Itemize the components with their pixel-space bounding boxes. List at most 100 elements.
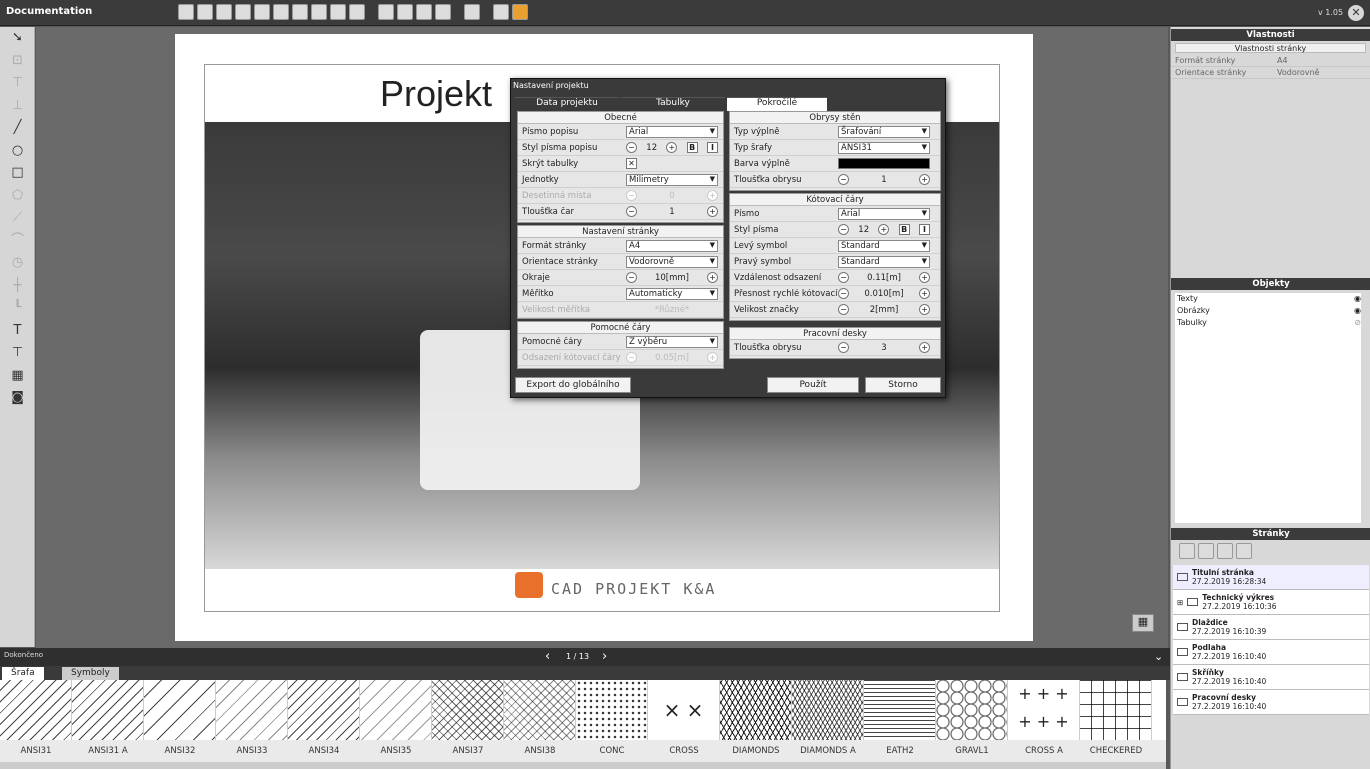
close-icon[interactable]: ✕ (1348, 5, 1364, 21)
eye-hidden-icon[interactable]: ⊘ (1354, 317, 1361, 329)
table-icon[interactable]: ▦ (0, 365, 35, 388)
cut-icon[interactable] (311, 4, 327, 20)
polygon-icon[interactable]: ⬠ (0, 185, 35, 208)
hatch-swatch[interactable] (72, 680, 144, 740)
insert-page-icon[interactable]: ⊡ (0, 50, 35, 73)
hide-tables-checkbox[interactable]: ✕ (626, 158, 637, 169)
hatch-label[interactable]: CHECKERED (1080, 740, 1152, 762)
hatch-swatch[interactable] (144, 680, 216, 740)
rectangle-icon[interactable]: □ (0, 162, 35, 185)
minus-icon[interactable]: − (838, 342, 849, 353)
font-size-value[interactable]: 12 (646, 143, 657, 153)
hatch-label[interactable]: ANSI38 (504, 740, 576, 762)
scale-select[interactable]: Automaticky (626, 287, 718, 300)
polyline-icon[interactable]: ⟋ (0, 207, 35, 230)
save-as-icon[interactable] (197, 4, 213, 20)
paste-icon[interactable] (292, 4, 308, 20)
next-page-icon[interactable]: › (602, 649, 607, 664)
save-icon[interactable] (178, 4, 194, 20)
chevron-down-icon[interactable]: ⌄ (1154, 650, 1163, 663)
plus-icon[interactable]: + (878, 224, 890, 235)
plus-icon[interactable]: + (706, 206, 718, 217)
stamp-icon[interactable] (397, 4, 413, 20)
minus-icon[interactable]: − (838, 288, 849, 299)
italic-toggle[interactable]: I (918, 224, 930, 235)
fill-type-select[interactable]: Šrafování (838, 125, 930, 138)
margin-value[interactable]: 10[mm] (655, 273, 689, 283)
right-symbol-select[interactable]: Standard (838, 255, 930, 268)
scale-icon[interactable] (435, 4, 451, 20)
image-icon[interactable]: ◙ (0, 387, 35, 410)
outline-width-value[interactable]: 1 (881, 175, 886, 185)
grid-toggle-icon[interactable]: ▦ (1132, 614, 1154, 632)
dim-font-size-value[interactable]: 12 (858, 225, 869, 235)
text-icon[interactable]: T (0, 320, 35, 343)
crosshair-icon[interactable]: ┼ (0, 275, 35, 298)
leader-text-icon[interactable]: ⊤ (0, 342, 35, 365)
plus-icon[interactable]: + (918, 342, 930, 353)
hatch-label[interactable]: GRAVL1 (936, 740, 1008, 762)
minus-icon[interactable]: − (838, 174, 849, 185)
tab-pokrocile[interactable]: Pokročilé (727, 97, 827, 111)
tab-srafa[interactable]: Šrafa (2, 667, 44, 680)
plus-icon[interactable]: + (918, 304, 930, 315)
eye-icon[interactable]: ◉ (1354, 305, 1361, 317)
select-arrow-icon[interactable]: ➘ (0, 27, 35, 50)
export-icon[interactable] (464, 4, 480, 20)
helper-lines-select[interactable]: Z výběru (626, 335, 718, 348)
hatch-label[interactable]: ANSI35 (360, 740, 432, 762)
mark-size-value[interactable]: 2[mm] (870, 305, 899, 315)
line-icon[interactable]: ╱ (0, 117, 35, 140)
page-format-select[interactable]: A4 (626, 239, 718, 252)
left-symbol-select[interactable]: Standard (838, 239, 930, 252)
print-icon[interactable] (216, 4, 232, 20)
hatch-swatch[interactable] (720, 680, 792, 740)
hatch-label[interactable]: EATH2 (864, 740, 936, 762)
prev-page-icon[interactable]: ‹ (545, 649, 550, 664)
horizontal-scrollbar[interactable] (0, 762, 1166, 769)
corner-dimension-icon[interactable]: ┖ (0, 297, 35, 320)
hatch-swatch[interactable] (864, 680, 936, 740)
measure-icon[interactable] (416, 4, 432, 20)
page-template-icon[interactable] (1198, 543, 1214, 559)
minus-icon[interactable]: − (838, 224, 849, 235)
bold-toggle[interactable]: B (686, 142, 698, 153)
hatch-swatch[interactable] (0, 680, 72, 740)
settings-icon[interactable] (349, 4, 365, 20)
minus-icon[interactable]: − (838, 304, 849, 315)
hatch-label[interactable]: ANSI33 (216, 740, 288, 762)
hatch-label[interactable]: ANSI31 A (72, 740, 144, 762)
list-item[interactable]: Obrázky ◉ (1175, 305, 1361, 317)
hatch-label[interactable]: ANSI37 (432, 740, 504, 762)
plus-icon[interactable]: + (919, 272, 930, 283)
circle-icon[interactable]: ○ (0, 140, 35, 163)
add-page-icon[interactable] (1179, 543, 1195, 559)
tab-data-projektu[interactable]: Data projektu (515, 97, 619, 111)
hatch-swatch[interactable] (504, 680, 576, 740)
expand-icon[interactable]: ⊞ (1177, 598, 1183, 607)
plus-icon[interactable]: + (919, 288, 930, 299)
tab-tabulky[interactable]: Tabulky (621, 97, 725, 111)
hatch-swatch[interactable] (360, 680, 432, 740)
page-edit-icon[interactable] (1217, 543, 1233, 559)
minus-icon[interactable]: − (838, 272, 849, 283)
fill-color-swatch[interactable] (838, 158, 930, 169)
hatch-label[interactable]: CONC (576, 740, 648, 762)
arc-icon[interactable]: ⌒ (0, 230, 35, 253)
hatch-swatch[interactable] (936, 680, 1008, 740)
pen-icon[interactable] (378, 4, 394, 20)
dim-font-select[interactable]: Arial (838, 207, 930, 220)
export-global-button[interactable]: Export do globálního (515, 377, 631, 393)
minus-icon[interactable]: − (626, 142, 637, 153)
align-bottom-icon[interactable]: ⊥ (0, 95, 35, 118)
hatch-label[interactable]: CROSS A (1008, 740, 1080, 762)
cancel-button[interactable]: Storno (865, 377, 941, 393)
prop-value[interactable]: Vodorovně (1273, 67, 1370, 78)
hatch-swatch[interactable]: × × (648, 680, 720, 740)
page-title[interactable]: Projekt (380, 73, 492, 115)
list-item[interactable]: Skříňky 27.2.2019 16:10:40 (1173, 665, 1369, 690)
units-select[interactable]: Milimetry (626, 173, 718, 186)
desk-outline-value[interactable]: 3 (881, 343, 886, 353)
orientation-select[interactable]: Vodorovně (626, 255, 718, 268)
delete-icon[interactable] (330, 4, 346, 20)
